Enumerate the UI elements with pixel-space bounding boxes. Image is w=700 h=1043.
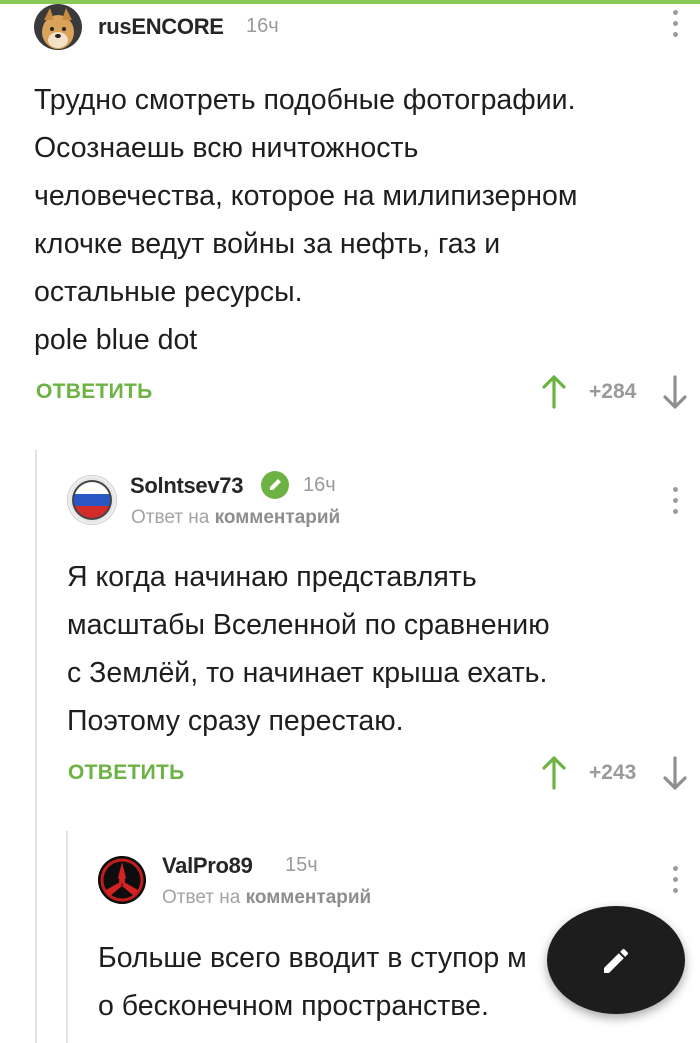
pencil-check-icon [261,471,289,499]
avatar[interactable] [67,475,117,525]
reply-button[interactable]: ОТВЕТИТЬ [68,761,185,785]
more-options-icon[interactable] [670,487,680,517]
rating: +284 [589,380,637,403]
pencil-icon [604,948,629,973]
comment-text: Я когда начинаю представлять масштабы Вс… [67,561,550,737]
reply-to-line: Ответ на комментарий [131,507,340,529]
downvote-arrow-icon[interactable] [662,756,688,790]
reply-to-line: Ответ на комментарий [162,887,371,909]
timestamp: 16ч [303,474,336,496]
thread-line [35,450,37,1043]
username[interactable]: Solntsev73 [130,473,243,499]
avatar[interactable] [98,856,146,904]
thread-line [66,831,68,1043]
more-options-icon[interactable] [670,10,680,40]
red-emblem-avatar-icon [98,856,146,904]
reply-to-prefix: Ответ на [162,887,241,908]
upvote-arrow-icon[interactable] [541,756,567,790]
username[interactable]: rusENCORE [98,14,224,40]
dog-avatar-icon [34,4,82,50]
comment-text: Трудно смотреть подобные фотографии. Осо… [34,84,578,356]
reply-to-prefix: Ответ на [131,507,210,528]
timestamp: 15ч [285,854,318,876]
reply-button[interactable]: ОТВЕТИТЬ [36,380,153,404]
comment-text: Больше всего вводит в ступор м о бесконе… [98,942,527,1022]
russian-flag-avatar-icon [69,477,115,523]
username[interactable]: ValPro89 [162,853,253,879]
more-options-icon[interactable] [670,866,680,896]
timestamp: 16ч [246,15,279,37]
rating: +243 [589,761,637,784]
reply-to-link[interactable]: комментарий [215,507,341,528]
avatar[interactable] [34,4,82,50]
write-comment-fab[interactable] [547,906,685,1014]
reply-to-link[interactable]: комментарий [246,887,372,908]
upvote-arrow-icon[interactable] [541,375,567,409]
top-accent-bar [0,0,700,4]
downvote-arrow-icon[interactable] [662,375,688,409]
